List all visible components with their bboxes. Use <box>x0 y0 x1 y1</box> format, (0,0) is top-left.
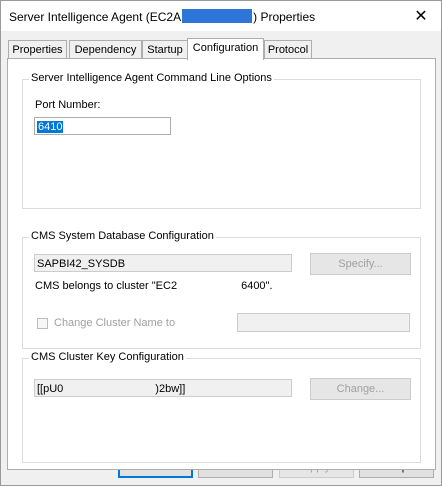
cluster-key-field: [[pU0 )2bw]] <box>34 379 292 397</box>
cluster-key-prefix: [[pU0 <box>37 383 64 395</box>
cms-db-group-label: CMS System Database Configuration <box>29 230 216 242</box>
title-prefix: Server Intelligence Agent (EC2A <box>9 10 182 24</box>
dialog-client-area: Properties Dependency Startup Configurat… <box>1 31 441 485</box>
specify-button[interactable]: Specify... <box>310 253 411 275</box>
tab-label: Configuration <box>192 42 259 54</box>
tab-label: Dependency <box>74 44 137 56</box>
tab-label: Protocol <box>267 44 309 56</box>
port-number-input[interactable]: 6410 <box>34 117 171 135</box>
command-line-group-label: Server Intelligence Agent Command Line O… <box>29 72 274 84</box>
tab-startup[interactable]: Startup <box>142 40 188 59</box>
window-title: Server Intelligence Agent (EC2A ) Propert… <box>9 9 315 24</box>
port-number-value: 6410 <box>37 121 64 133</box>
tab-protocol[interactable]: Protocol <box>264 40 312 59</box>
tab-dependency[interactable]: Dependency <box>69 40 142 59</box>
change-key-button[interactable]: Change... <box>310 378 411 400</box>
title-bar[interactable]: Server Intelligence Agent (EC2A ) Propert… <box>1 1 441 31</box>
properties-dialog: Server Intelligence Agent (EC2A ) Propert… <box>0 0 442 486</box>
cms-database-field: SAPBI42_SYSDB <box>34 254 292 272</box>
title-redaction <box>182 9 253 23</box>
title-suffix: ) Properties <box>253 10 316 24</box>
change-cluster-input[interactable] <box>237 313 410 332</box>
tab-properties[interactable]: Properties <box>8 40 67 59</box>
cluster-text-suffix: 6400". <box>241 280 273 292</box>
close-button[interactable]: ✕ <box>401 1 441 30</box>
change-cluster-label: Change Cluster Name to <box>54 317 176 329</box>
close-icon: ✕ <box>414 7 428 25</box>
tab-label: Startup <box>147 44 183 56</box>
cluster-text-prefix: CMS belongs to cluster "EC2 <box>35 280 178 292</box>
change-cluster-checkbox[interactable] <box>37 318 48 329</box>
cms-database-value: SAPBI42_SYSDB <box>37 258 126 270</box>
cluster-key-suffix: )2bw]] <box>155 383 186 395</box>
tab-configuration[interactable]: Configuration <box>187 38 264 60</box>
tab-label: Properties <box>12 44 63 56</box>
cluster-info-text: CMS belongs to cluster "EC2 6400". <box>35 280 273 292</box>
cms-key-group-label: CMS Cluster Key Configuration <box>29 351 186 363</box>
configuration-tab-panel: Server Intelligence Agent Command Line O… <box>7 58 436 470</box>
port-number-label: Port Number: <box>35 99 101 111</box>
cms-key-group <box>22 358 421 463</box>
